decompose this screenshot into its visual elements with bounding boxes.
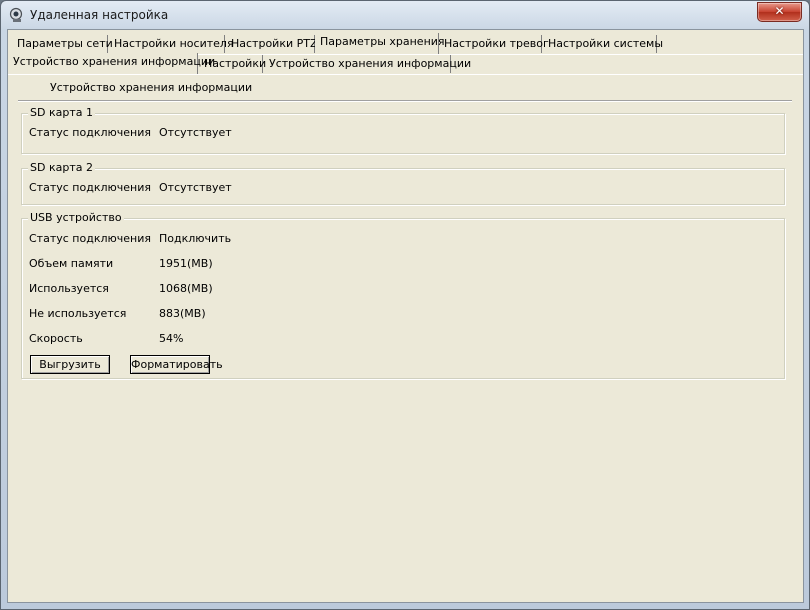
subtab-storage-device-2[interactable]: Устройство хранения информации (264, 55, 471, 73)
capacity-value: 1951(MB) (159, 257, 213, 270)
tab-label: Настройки носителя (114, 37, 234, 50)
status-value: Отсутствует (159, 126, 232, 139)
subtab-settings[interactable]: Настройки (199, 55, 267, 73)
tab-label: Параметры хранения (320, 35, 445, 48)
camera-icon (9, 7, 23, 22)
speed-label: Скорость (29, 332, 83, 345)
usb-device-group: USB устройство Статус подключения Подклю… (21, 211, 785, 379)
title-bar[interactable]: Удаленная настройка ✕ (1, 1, 809, 29)
tab-label: Настройки тревог (444, 37, 549, 50)
tab-label: Параметры сети (17, 37, 113, 50)
subtab-storage-device[interactable]: Устройство хранения информации (8, 53, 215, 74)
usb-status-label: Статус подключения (29, 232, 151, 245)
free-value: 883(MB) (159, 307, 206, 320)
group-title: USB устройство (28, 211, 124, 224)
tab-label: Устройство хранения информации (269, 57, 472, 70)
status-label: Статус подключения (29, 126, 151, 139)
main-tab-bar: Параметры сети Настройки носителя Настро… (8, 33, 803, 55)
tab-label: Устройство хранения информации (13, 55, 216, 68)
status-label: Статус подключения (29, 181, 151, 194)
tab-system[interactable]: Настройки системы (543, 35, 663, 53)
button-label: Выгрузить (39, 358, 101, 371)
used-label: Используется (29, 282, 109, 295)
status-value: Отсутствует (159, 181, 232, 194)
tab-storage[interactable]: Параметры хранения (315, 33, 445, 54)
free-label: Не используется (29, 307, 127, 320)
client-area: Параметры сети Настройки носителя Настро… (7, 29, 804, 603)
capacity-label: Объем памяти (29, 257, 114, 270)
tab-label: Настройки (204, 57, 267, 70)
divider (18, 100, 792, 102)
close-button[interactable]: ✕ (757, 2, 802, 22)
tab-alarms[interactable]: Настройки тревог (439, 35, 549, 53)
tab-ptz[interactable]: Настройки PTZ (226, 35, 318, 53)
tab-label: Настройки системы (548, 37, 664, 50)
section-header: Устройство хранения информации (50, 81, 253, 94)
used-value: 1068(MB) (159, 282, 213, 295)
unload-button[interactable]: Выгрузить (30, 355, 110, 374)
speed-value: 54% (159, 332, 184, 345)
tab-network[interactable]: Параметры сети (12, 35, 113, 53)
tab-label: Настройки PTZ (231, 37, 318, 50)
usb-status-value: Подключить (159, 232, 232, 245)
group-title: SD карта 1 (28, 106, 95, 119)
sd-card-2-group: SD карта 2 Статус подключения Отсутствуе… (21, 161, 785, 205)
close-icon: ✕ (774, 4, 785, 18)
format-button[interactable]: Форматировать (130, 355, 223, 374)
app-window: Удаленная настройка ✕ Параметры сети Нас… (0, 0, 810, 610)
sub-tab-bar: Устройство хранения информации Настройки… (8, 53, 803, 75)
button-label: Форматировать (131, 358, 223, 371)
tab-media[interactable]: Настройки носителя (109, 35, 234, 53)
window-title: Удаленная настройка (30, 8, 169, 22)
sd-card-1-group: SD карта 1 Статус подключения Отсутствуе… (21, 106, 785, 154)
group-title: SD карта 2 (28, 161, 95, 174)
